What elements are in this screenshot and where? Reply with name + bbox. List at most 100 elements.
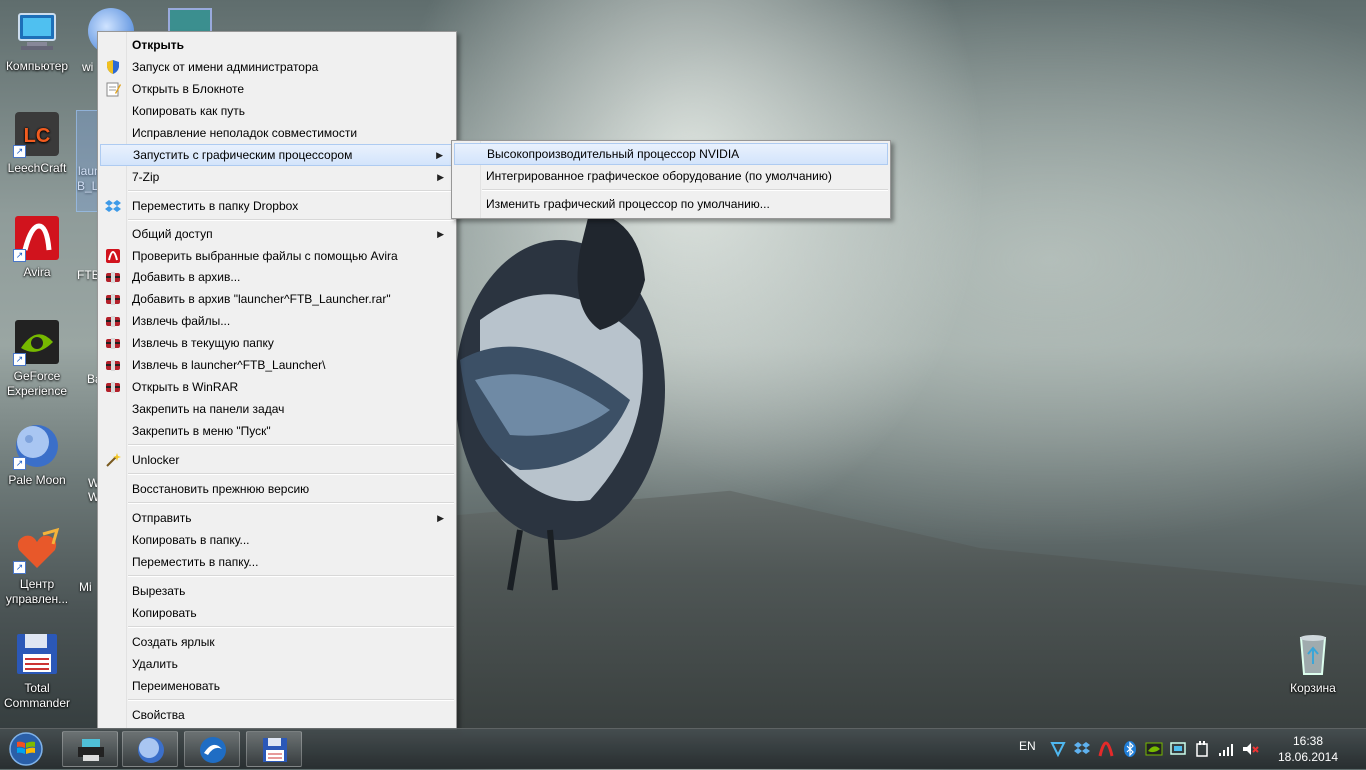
moon-icon: ↗ <box>13 422 61 470</box>
menu-item-move-dropbox[interactable]: Переместить в папку Dropbox <box>100 195 454 217</box>
menu-item-label: Высокопроизводительный процессор NVIDIA <box>487 147 740 161</box>
menu-separator <box>128 190 454 192</box>
desktop-icon-totalcmd[interactable]: Total Commander <box>0 630 74 711</box>
menu-item-send-to[interactable]: Отправить ▶ <box>100 507 454 529</box>
desktop-icon-center[interactable]: ↗ Центр управлен... <box>0 526 74 607</box>
menu-item-label: Свойства <box>132 708 185 722</box>
browser-swirl-icon <box>200 737 226 763</box>
menu-item-restore-previous[interactable]: Восстановить прежнюю версию <box>100 478 454 500</box>
menu-item-open-winrar[interactable]: Открыть в WinRAR <box>100 376 454 398</box>
submenu-item-nvidia-gpu[interactable]: Высокопроизводительный процессор NVIDIA <box>454 143 888 165</box>
computer-icon <box>13 8 61 56</box>
menu-item-move-to-folder[interactable]: Переместить в папку... <box>100 551 454 573</box>
shortcut-arrow-icon: ↗ <box>13 249 26 262</box>
menu-item-extract-files[interactable]: Извлечь файлы... <box>100 310 454 332</box>
language-indicator[interactable]: EN <box>1019 739 1036 753</box>
gpu-submenu: Высокопроизводительный процессор NVIDIA … <box>451 140 891 219</box>
start-button[interactable] <box>6 731 46 767</box>
menu-separator <box>128 219 454 221</box>
menu-item-pin-start[interactable]: Закрепить в меню "Пуск" <box>100 420 454 442</box>
taskbar-app-pale-moon[interactable] <box>122 731 178 767</box>
power-tray-icon[interactable] <box>1193 740 1211 758</box>
volume-muted-tray-icon[interactable] <box>1241 740 1259 758</box>
menu-item-run-as-admin[interactable]: Запуск от имени администратора <box>100 56 454 78</box>
menu-item-copy-to-folder[interactable]: Копировать в папку... <box>100 529 454 551</box>
menu-item-add-archive[interactable]: Добавить в архив... <box>100 266 454 288</box>
network-app-tray-icon[interactable] <box>1049 740 1067 758</box>
recycle-bin-icon <box>1289 630 1337 678</box>
menu-item-label: Отправить <box>132 511 192 525</box>
taskbar-app-browser[interactable] <box>184 731 240 767</box>
desktop-icon-geforce[interactable]: ↗ GeForce Experience <box>0 318 74 399</box>
menu-separator <box>128 502 454 504</box>
shield-icon <box>107 60 119 74</box>
wand-icon <box>106 453 121 467</box>
taskbar-clock[interactable]: 16:38 18.06.2014 <box>1273 733 1343 765</box>
submenu-arrow-icon: ▶ <box>436 150 443 160</box>
desktop-icon-leechcraft[interactable]: LC ↗ LeechCraft <box>0 110 74 176</box>
menu-item-extract-to-folder[interactable]: Извлечь в launcher^FTB_Launcher\ <box>100 354 454 376</box>
menu-item-extract-here[interactable]: Извлечь в текущую папку <box>100 332 454 354</box>
nvidia-icon: ↗ <box>13 318 61 366</box>
menu-item-label: Исправление неполадок совместимости <box>132 126 358 140</box>
menu-item-label: Копировать <box>132 606 197 620</box>
desktop-icon-label: Total Commander <box>3 681 71 710</box>
clock-date: 18.06.2014 <box>1277 750 1339 764</box>
shortcut-arrow-icon: ↗ <box>13 353 26 366</box>
menu-item-open[interactable]: Открыть <box>100 34 454 56</box>
submenu-arrow-icon: ▶ <box>437 172 444 182</box>
menu-separator <box>128 473 454 475</box>
menu-item-copy[interactable]: Копировать <box>100 602 454 624</box>
menu-item-label: Закрепить на панели задач <box>132 402 285 416</box>
menu-item-copy-path[interactable]: Копировать как путь <box>100 100 454 122</box>
taskbar-app-printer[interactable] <box>62 731 118 767</box>
desktop-icon-computer[interactable]: Компьютер <box>0 8 74 74</box>
signal-tray-icon[interactable] <box>1217 740 1235 758</box>
menu-item-unlocker[interactable]: Unlocker <box>100 449 454 471</box>
avira-icon: ↗ <box>13 214 61 262</box>
menu-item-cut[interactable]: Вырезать <box>100 580 454 602</box>
menu-item-open-notepad[interactable]: Открыть в Блокноте <box>100 78 454 100</box>
menu-item-run-with-gpu[interactable]: Запустить с графическим процессором ▶ <box>100 144 454 166</box>
menu-item-label: Переместить в папку Dropbox <box>132 199 299 213</box>
menu-item-label: Копировать в папку... <box>132 533 250 547</box>
menu-item-label: Unlocker <box>132 453 180 467</box>
shortcut-arrow-icon: ↗ <box>13 145 26 158</box>
desktop-icon-recycle[interactable]: Корзина <box>1276 630 1350 696</box>
menu-item-rename[interactable]: Переименовать <box>100 675 454 697</box>
nvidia-tray-icon[interactable] <box>1145 740 1163 758</box>
menu-item-label: Добавить в архив "launcher^FTB_Launcher.… <box>132 292 391 306</box>
menu-item-sharing[interactable]: Общий доступ ▶ <box>100 223 454 245</box>
heart-icon: ↗ <box>13 526 61 574</box>
submenu-item-integrated-gpu[interactable]: Интегрированное графическое оборудование… <box>454 165 888 187</box>
winrar-icon <box>106 338 120 349</box>
menu-item-label: Восстановить прежнюю версию <box>132 482 310 496</box>
menu-item-label: Создать ярлык <box>132 635 215 649</box>
menu-item-pin-taskbar[interactable]: Закрепить на панели задач <box>100 398 454 420</box>
desktop-icon-avira[interactable]: ↗ Avira <box>0 214 74 280</box>
menu-item-avira-scan[interactable]: Проверить выбранные файлы с помощью Avir… <box>100 245 454 267</box>
menu-item-properties[interactable]: Свойства <box>100 704 454 726</box>
desktop-icon-partial-label[interactable]: wi <box>82 60 93 75</box>
submenu-item-change-default-gpu[interactable]: Изменить графический процессор по умолча… <box>454 193 888 215</box>
desktop-icon-partial-label[interactable]: Mi <box>79 580 92 595</box>
desktop-icon-palemoon[interactable]: ↗ Pale Moon <box>0 422 74 488</box>
bluetooth-tray-icon[interactable] <box>1121 740 1139 758</box>
menu-item-label: Интегрированное графическое оборудование… <box>486 169 832 183</box>
menu-item-label: Проверить выбранные файлы с помощью Avir… <box>132 249 398 263</box>
menu-item-label: Запустить с графическим процессором <box>133 148 353 162</box>
menu-item-7zip[interactable]: 7-Zip ▶ <box>100 166 454 188</box>
wallpaper-crow <box>455 210 665 591</box>
avira-tray-icon[interactable] <box>1097 740 1115 758</box>
display-tray-icon[interactable] <box>1169 740 1187 758</box>
menu-item-label: Изменить графический процессор по умолча… <box>486 197 770 211</box>
menu-item-add-archive-named[interactable]: Добавить в архив "launcher^FTB_Launcher.… <box>100 288 454 310</box>
taskbar-app-total-commander[interactable] <box>246 731 302 767</box>
dropbox-tray-icon[interactable] <box>1073 740 1091 758</box>
menu-item-delete[interactable]: Удалить <box>100 653 454 675</box>
menu-item-create-shortcut[interactable]: Создать ярлык <box>100 631 454 653</box>
menu-item-label: Удалить <box>132 657 178 671</box>
menu-item-compat-troubleshoot[interactable]: Исправление неполадок совместимости <box>100 122 454 144</box>
desktop-icon-label: Компьютер <box>5 59 69 73</box>
menu-separator <box>128 626 454 628</box>
